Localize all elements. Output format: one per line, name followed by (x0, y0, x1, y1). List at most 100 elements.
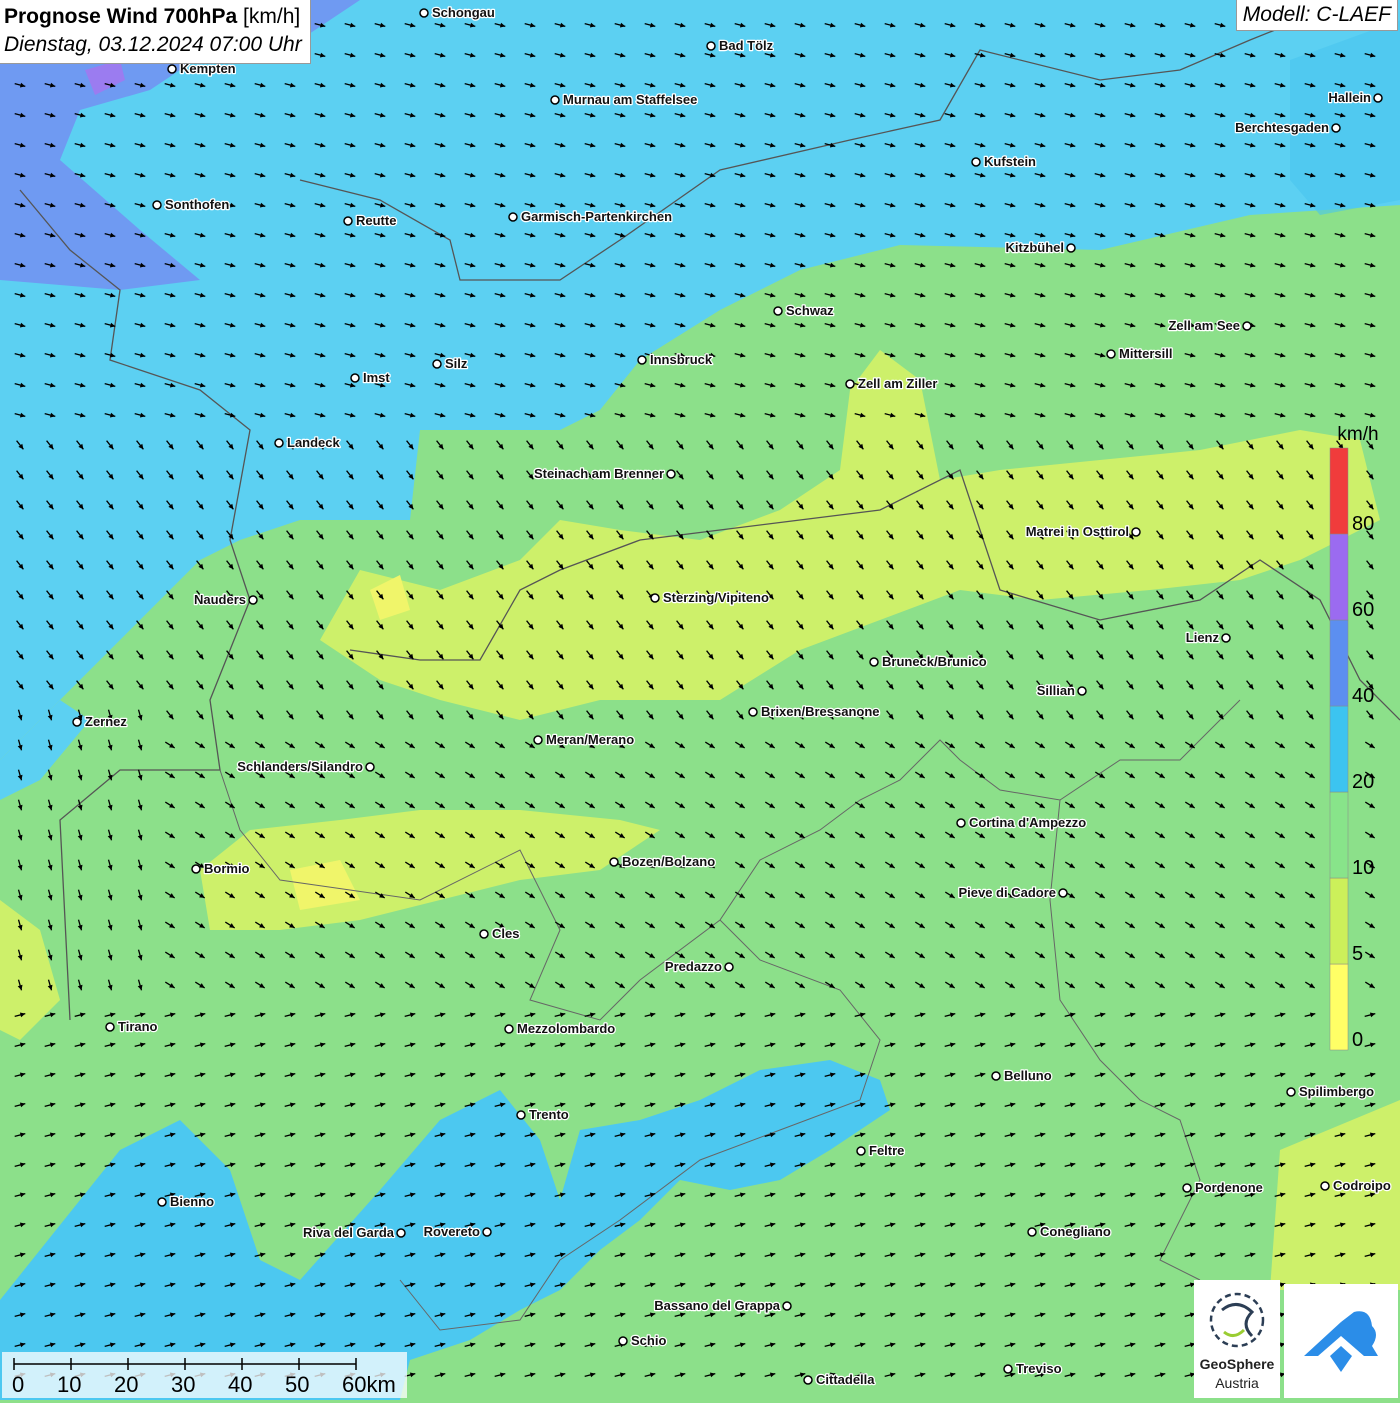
city-marker-icon (274, 438, 284, 448)
city-label: Sillian (1037, 683, 1075, 698)
city-label: Schlanders/Silandro (237, 759, 363, 774)
legend-tick-label: 20 (1352, 771, 1374, 793)
city-label: Schongau (432, 5, 495, 20)
city-label: Zernez (85, 714, 127, 729)
city-label: Nauders (194, 592, 246, 607)
city-marker-icon (550, 95, 560, 105)
city-marker-icon (956, 818, 966, 828)
map-title: Prognose Wind 700hPa [km/h] (4, 3, 302, 31)
city-marker-icon (1066, 243, 1076, 253)
legend-tick-label: 5 (1352, 943, 1363, 965)
city-marker-icon (482, 1227, 492, 1237)
map-title-unit: [km/h] (243, 5, 301, 28)
city-label: Mezzolombardo (517, 1021, 615, 1036)
city-conegliano: Conegliano (1027, 1223, 1112, 1240)
city-label: Conegliano (1040, 1224, 1111, 1239)
city-marker-icon (1373, 93, 1383, 103)
city-label: Reutte (356, 213, 396, 228)
city-label: Murnau am Staffelsee (563, 92, 697, 107)
city-label: Innsbruck (650, 352, 713, 367)
geosphere-emblem-icon (1209, 1292, 1265, 1348)
city-label: Schwaz (786, 303, 834, 318)
city-meran-merano: Meran/Merano (533, 731, 635, 748)
city-label: Bruneck/Brunico (882, 654, 987, 669)
city-label: Bormio (204, 861, 250, 876)
city-label: Bienno (170, 1194, 214, 1209)
city-brixen-bressanone: Brixen/Bressanone (748, 703, 881, 720)
city-label: Kufstein (984, 154, 1036, 169)
city-marker-icon (856, 1146, 866, 1156)
city-marker-icon (845, 379, 855, 389)
city-murnau-am-staffelsee: Murnau am Staffelsee (550, 91, 699, 108)
city-label: Silz (445, 356, 468, 371)
city-label: Kitzbühel (1006, 240, 1065, 255)
city-sonthofen: Sonthofen (152, 196, 231, 213)
scale-label: 60km (342, 1372, 396, 1397)
city-label: Sonthofen (165, 197, 229, 212)
city-marker-icon (1027, 1227, 1037, 1237)
legend-tick-label: 40 (1352, 685, 1374, 707)
city-label: Pordenone (1195, 1180, 1263, 1195)
city-berchtesgaden: Berchtesgaden (1234, 119, 1341, 136)
scale-label: 10 (57, 1372, 81, 1397)
city-spilimbergo: Spilimbergo (1286, 1083, 1375, 1100)
geosphere-logo: GeoSphere Austria (1194, 1280, 1280, 1398)
model-label: Modell: C-LAEF (1235, 0, 1398, 31)
forecast-datetime: Dienstag, 03.12.2024 07:00 Uhr (4, 33, 302, 56)
city-marker-icon (350, 373, 360, 383)
legend-color-2 (1329, 791, 1349, 879)
city-marker-icon (432, 359, 442, 369)
city-label: Lienz (1186, 630, 1220, 645)
city-label: Berchtesgaden (1235, 120, 1329, 135)
scale-label: 50 (285, 1372, 309, 1397)
city-matrei-in-osttirol: Matrei in Osttirol (1024, 523, 1141, 540)
city-marker-icon (748, 707, 758, 717)
city-label: Bad Tölz (719, 38, 774, 53)
app-logo (1284, 1284, 1398, 1398)
city-marker-icon (650, 593, 660, 603)
city-label: Sterzing/Vipiteno (663, 590, 769, 605)
city-marker-icon (1286, 1087, 1296, 1097)
city-marker-icon (343, 216, 353, 226)
city-marker-icon (72, 717, 82, 727)
city-label: Bozen/Bolzano (622, 854, 715, 869)
city-label: Cortina d'Ampezzo (969, 815, 1086, 830)
geosphere-logo-subtext: Austria (1215, 1375, 1259, 1391)
legend-tick-label: 0 (1352, 1029, 1363, 1051)
city-label: Meran/Merano (546, 732, 634, 747)
city-label: Garmisch-Partenkirchen (521, 209, 672, 224)
city-bassano-del-grappa: Bassano del Grappa (653, 1297, 792, 1314)
city-marker-icon (167, 64, 177, 74)
city-marker-icon (191, 864, 201, 874)
city-label: Feltre (869, 1143, 904, 1158)
city-marker-icon (991, 1071, 1001, 1081)
city-bozen-bolzano: Bozen/Bolzano (609, 853, 716, 870)
city-schongau: Schongau (419, 4, 496, 21)
city-marker-icon (1331, 123, 1341, 133)
city-label: Zell am Ziller (858, 376, 937, 391)
city-marker-icon (724, 962, 734, 972)
scale-label: 30 (171, 1372, 195, 1397)
legend-tick-label: 10 (1352, 857, 1374, 879)
map-title-main: Prognose Wind 700hPa (4, 5, 238, 28)
city-marker-icon (706, 41, 716, 51)
legend-color-0 (1329, 963, 1349, 1051)
city-marker-icon (105, 1022, 115, 1032)
city-marker-icon (971, 157, 981, 167)
title-panel: Prognose Wind 700hPa [km/h] Dienstag, 03… (0, 0, 311, 64)
city-marker-icon (618, 1336, 628, 1346)
city-label: Landeck (287, 435, 341, 450)
city-steinach-am-brenner: Steinach am Brenner (533, 465, 676, 482)
city-zell-am-see: Zell am See (1167, 317, 1252, 334)
city-marker-icon (157, 1197, 167, 1207)
city-label: Belluno (1004, 1068, 1052, 1083)
city-label: Spilimbergo (1299, 1084, 1374, 1099)
weather-app-icon (1304, 1311, 1378, 1372)
city-label: Steinach am Brenner (534, 466, 664, 481)
city-marker-icon (666, 469, 676, 479)
city-marker-icon (1003, 1364, 1013, 1374)
city-marker-icon (396, 1228, 406, 1238)
scale-label: 40 (228, 1372, 252, 1397)
city-label: Zell am See (1168, 318, 1240, 333)
city-label: Cittadella (816, 1372, 875, 1387)
